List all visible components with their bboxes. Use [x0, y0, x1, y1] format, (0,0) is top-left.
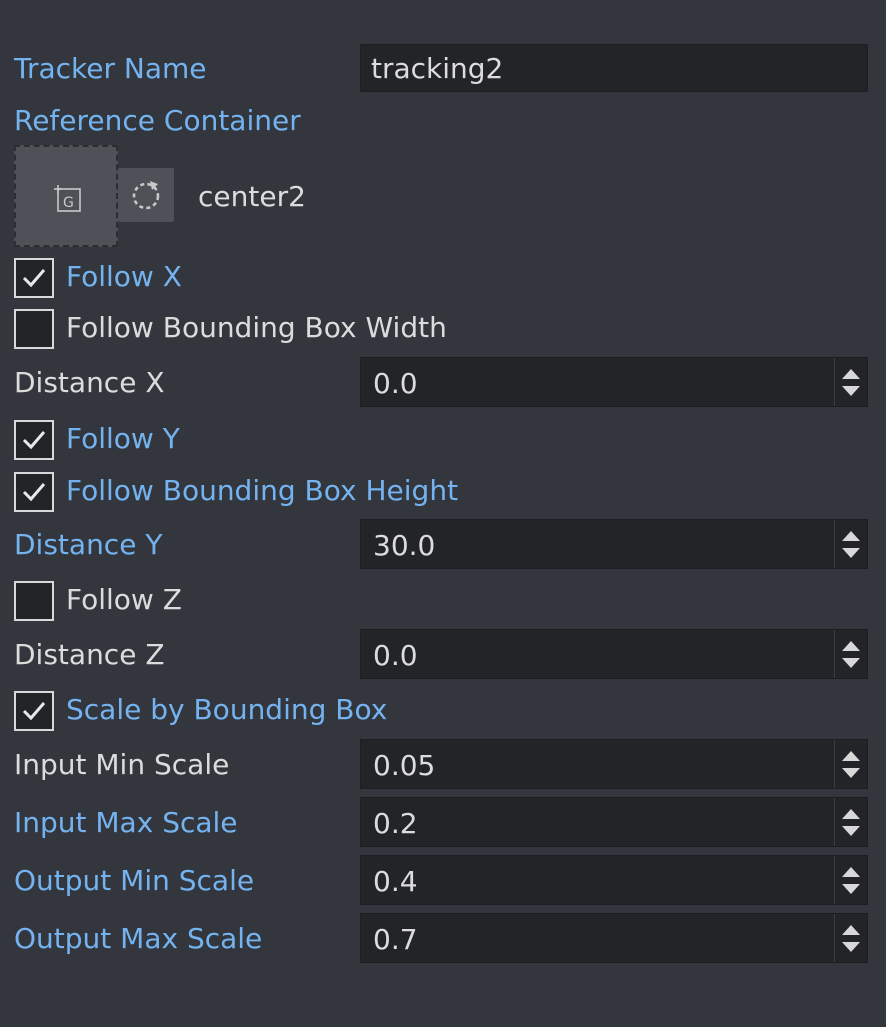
distance-z-spinner[interactable]	[834, 630, 867, 678]
output-min-scale-spinner[interactable]	[834, 856, 867, 904]
output-min-scale-value: 0.4	[373, 865, 418, 898]
input-max-scale-input[interactable]: 0.2	[360, 797, 868, 847]
follow-bbox-height-checkbox[interactable]	[14, 472, 54, 512]
decrement-arrow-icon[interactable]	[842, 884, 860, 894]
distance-x-value: 0.0	[373, 367, 418, 400]
distance-x-spinner[interactable]	[834, 358, 867, 406]
distance-y-label: Distance Y	[14, 528, 163, 561]
output-min-scale-label: Output Min Scale	[14, 864, 255, 897]
tracker-properties-panel: Tracker Name tracking2 Reference Contain…	[0, 0, 886, 1027]
distance-x-label: Distance X	[14, 366, 165, 399]
reset-icon	[129, 178, 163, 216]
distance-y-value: 30.0	[373, 529, 436, 562]
tracker-name-input[interactable]: tracking2	[360, 44, 868, 92]
distance-x-input[interactable]: 0.0	[360, 357, 868, 407]
input-min-scale-label: Input Min Scale	[14, 748, 230, 781]
input-min-scale-input[interactable]: 0.05	[360, 739, 868, 789]
input-min-scale-value: 0.05	[373, 749, 436, 782]
follow-y-checkbox[interactable]	[14, 420, 54, 460]
reference-container-label: Reference Container	[14, 104, 301, 137]
output-max-scale-input[interactable]: 0.7	[360, 913, 868, 963]
reset-reference-button[interactable]	[118, 168, 174, 222]
increment-arrow-icon[interactable]	[842, 925, 860, 935]
increment-arrow-icon[interactable]	[842, 751, 860, 761]
decrement-arrow-icon[interactable]	[842, 386, 860, 396]
follow-bbox-width-label: Follow Bounding Box Width	[66, 311, 447, 344]
follow-bbox-width-checkbox[interactable]	[14, 309, 54, 349]
output-max-scale-label: Output Max Scale	[14, 922, 263, 955]
tracker-name-value: tracking2	[371, 52, 504, 85]
increment-arrow-icon[interactable]	[842, 641, 860, 651]
input-max-scale-value: 0.2	[373, 807, 418, 840]
output-max-scale-value: 0.7	[373, 923, 418, 956]
decrement-arrow-icon[interactable]	[842, 768, 860, 778]
input-max-scale-label: Input Max Scale	[14, 806, 238, 839]
scale-by-bbox-label: Scale by Bounding Box	[66, 693, 388, 726]
increment-arrow-icon[interactable]	[842, 531, 860, 541]
reference-container-value: center2	[198, 180, 306, 213]
output-max-scale-spinner[interactable]	[834, 914, 867, 962]
reference-container-drop-zone[interactable]: G	[14, 145, 118, 247]
add-group-icon: G	[52, 183, 84, 219]
distance-z-input[interactable]: 0.0	[360, 629, 868, 679]
decrement-arrow-icon[interactable]	[842, 658, 860, 668]
svg-text:G: G	[63, 195, 74, 211]
follow-bbox-height-label: Follow Bounding Box Height	[66, 474, 459, 507]
tracker-name-label: Tracker Name	[14, 52, 207, 85]
decrement-arrow-icon[interactable]	[842, 942, 860, 952]
follow-y-label: Follow Y	[66, 422, 180, 455]
increment-arrow-icon[interactable]	[842, 369, 860, 379]
increment-arrow-icon[interactable]	[842, 867, 860, 877]
distance-y-input[interactable]: 30.0	[360, 519, 868, 569]
distance-y-spinner[interactable]	[834, 520, 867, 568]
decrement-arrow-icon[interactable]	[842, 826, 860, 836]
increment-arrow-icon[interactable]	[842, 809, 860, 819]
follow-x-label: Follow X	[66, 260, 182, 293]
distance-z-value: 0.0	[373, 639, 418, 672]
input-max-scale-spinner[interactable]	[834, 798, 867, 846]
decrement-arrow-icon[interactable]	[842, 548, 860, 558]
input-min-scale-spinner[interactable]	[834, 740, 867, 788]
follow-z-checkbox[interactable]	[14, 581, 54, 621]
scale-by-bbox-checkbox[interactable]	[14, 691, 54, 731]
follow-z-label: Follow Z	[66, 583, 182, 616]
follow-x-checkbox[interactable]	[14, 258, 54, 298]
distance-z-label: Distance Z	[14, 638, 165, 671]
output-min-scale-input[interactable]: 0.4	[360, 855, 868, 905]
